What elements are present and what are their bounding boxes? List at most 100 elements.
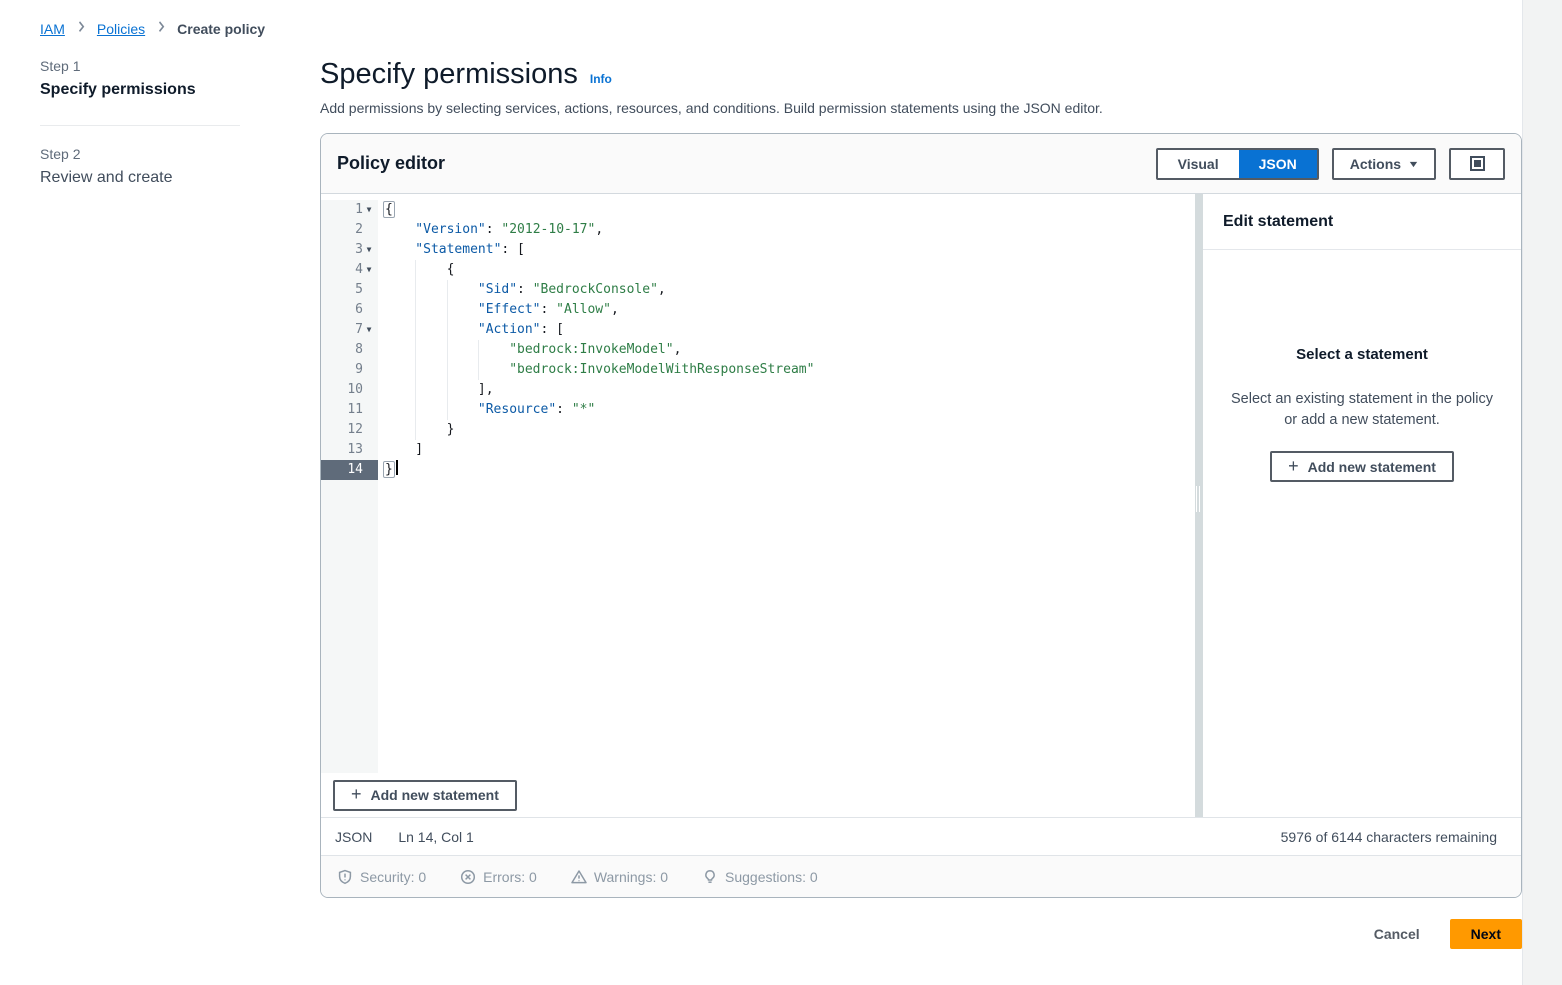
step-number-label: Step 2 [40,146,81,162]
code-line-12[interactable]: 12} [321,420,1195,440]
step-title-link[interactable]: Specify permissions [40,81,240,99]
json-code-editor[interactable]: 1 ▼{2 "Version": "2012-10-17", 3 ▼ "Statement… [321,194,1195,773]
line-number: 3 ▼ [321,240,378,260]
cancel-button[interactable]: Cancel [1374,926,1420,942]
code-text[interactable]: { [378,260,1195,280]
visual-tab[interactable]: Visual [1157,149,1239,178]
chevron-down-icon: ▼ [1407,158,1420,169]
json-editor-pane: 1 ▼{2 "Version": "2012-10-17", 3 ▼ "Statement… [321,194,1195,817]
splitter-drag-handle[interactable] [1196,486,1202,512]
issue-counter-security[interactable]: Security: 0 [337,869,426,885]
info-link[interactable]: Info [590,72,612,86]
main-content: Specify permissions Info Add permissions… [320,58,1522,949]
next-button[interactable]: Next [1449,919,1522,949]
characters-remaining-label: 5976 of 6144 characters remaining [1280,828,1497,845]
select-statement-description: Select an existing statement in the poli… [1231,391,1493,428]
code-text[interactable]: "Statement": [ [378,240,1195,260]
issue-counter-errors[interactable]: Errors: 0 [460,869,537,885]
page-description: Add permissions by selecting services, a… [320,100,1103,116]
code-line-11[interactable]: 11 "Resource": "*" [321,400,1195,420]
code-line-2[interactable]: 2 "Version": "2012-10-17", [321,220,1195,240]
add-new-statement-button-side[interactable]: + Add new statement [1270,451,1454,482]
code-line-6[interactable]: 6 "Effect": "Allow", [321,300,1195,320]
issue-counter-suggestions[interactable]: Suggestions: 0 [702,869,818,885]
chevron-right-icon [155,18,167,39]
chevron-right-icon [75,18,87,39]
line-number: 7 ▼ [321,320,378,340]
wizard-step-1: Step 1 Specify permissions [40,58,240,99]
fold-toggle-icon[interactable]: ▼ [367,260,372,280]
code-text[interactable]: "bedrock:InvokeModelWithResponseStream" [378,360,1195,380]
page-right-gutter [1522,0,1562,985]
line-number: 14 [321,460,378,480]
breadcrumb-item-iam[interactable]: IAM [40,21,65,37]
wizard-step-2: Step 2 Review and create [40,146,240,187]
code-line-13[interactable]: 13] [321,440,1195,460]
editor-add-statement-row: + Add new statement [321,773,1195,817]
code-line-8[interactable]: 8 "bedrock:InvokeModel", [321,340,1195,360]
line-number: 6 [321,300,378,320]
wizard-steps-nav: Step 1 Specify permissions Step 2 Review an… [40,58,240,187]
line-number: 12 [321,420,378,440]
issue-counter-label: Security: 0 [360,868,427,885]
code-text[interactable]: } [378,460,1195,480]
line-number: 8 [321,340,378,360]
fold-toggle-icon[interactable]: ▼ [367,240,372,260]
plus-icon: + [1288,455,1299,476]
step-number-label: Step 1 [40,58,81,74]
code-line-1[interactable]: 1 ▼{ [321,200,1195,220]
wizard-footer: Cancel Next [320,919,1522,949]
expand-icon [1469,156,1485,171]
code-line-5[interactable]: 5 "Sid": "BedrockConsole", [321,280,1195,300]
editor-language-label: JSON [335,828,373,845]
step-title-link[interactable]: Review and create [40,169,240,187]
edit-statement-panel: Edit statement Select a statement Select… [1203,194,1521,817]
line-number: 4 ▼ [321,260,378,280]
editor-empty-area[interactable] [321,480,1195,773]
issue-counter-label: Warnings: 0 [593,868,669,885]
code-line-14[interactable]: 14} [321,460,1195,480]
editor-mode-toggle: Visual JSON [1155,147,1319,180]
fold-toggle-icon[interactable]: ▼ [367,320,372,340]
line-number: 10 [321,380,378,400]
editor-status-bar: JSON Ln 14, Col 1 5976 of 6144 character… [321,817,1521,855]
plus-icon: + [351,784,362,804]
editor-issues-bar: Security: 0 Errors: 0 Warnings: 0 Suggestio… [321,855,1521,897]
actions-button[interactable]: Actions ▼ [1331,147,1436,180]
add-new-statement-button[interactable]: + Add new statement [333,779,517,811]
warning-triangle-icon [571,869,587,885]
panel-resize-splitter[interactable] [1195,194,1203,817]
text-cursor [395,460,398,475]
code-text[interactable]: "Action": [ [378,320,1195,340]
line-number: 9 [321,360,378,380]
fullscreen-button[interactable] [1449,147,1505,180]
page-title: Specify permissions [320,58,578,90]
json-tab[interactable]: JSON [1238,149,1317,178]
edit-statement-title: Edit statement [1223,212,1334,230]
code-text[interactable]: ] [378,440,1195,460]
code-line-10[interactable]: 10], [321,380,1195,400]
breadcrumb-item-policies[interactable]: Policies [97,21,145,37]
code-text[interactable]: "Effect": "Allow", [378,300,1195,320]
line-number: 1 ▼ [321,200,378,220]
breadcrumb-item-create-policy: Create policy [177,20,266,37]
breadcrumb: IAM Policies Create policy [40,20,265,37]
policy-editor-header: Policy editor Visual JSON Actions ▼ [321,134,1521,194]
code-text[interactable]: "Sid": "BedrockConsole", [378,280,1195,300]
code-text[interactable]: { [378,200,1195,220]
issue-counter-warnings[interactable]: Warnings: 0 [571,869,668,885]
code-line-9[interactable]: 9 "bedrock:InvokeModelWithResponseStream" [321,360,1195,380]
steps-divider [40,125,240,126]
code-text[interactable]: "bedrock:InvokeModel", [378,340,1195,360]
fold-toggle-icon[interactable]: ▼ [367,200,372,220]
code-text[interactable]: } [378,420,1195,440]
policy-editor-container: Policy editor Visual JSON Actions ▼ 1 ▼{2… [320,133,1522,898]
code-line-3[interactable]: 3 ▼ "Statement": [ [321,240,1195,260]
code-text[interactable]: "Resource": "*" [378,400,1195,420]
line-number: 13 [321,440,378,460]
code-text[interactable]: ], [378,380,1195,400]
issue-counter-label: Suggestions: 0 [725,868,818,885]
code-text[interactable]: "Version": "2012-10-17", [378,220,1195,240]
code-line-4[interactable]: 4 ▼{ [321,260,1195,280]
code-line-7[interactable]: 7 ▼ "Action": [ [321,320,1195,340]
